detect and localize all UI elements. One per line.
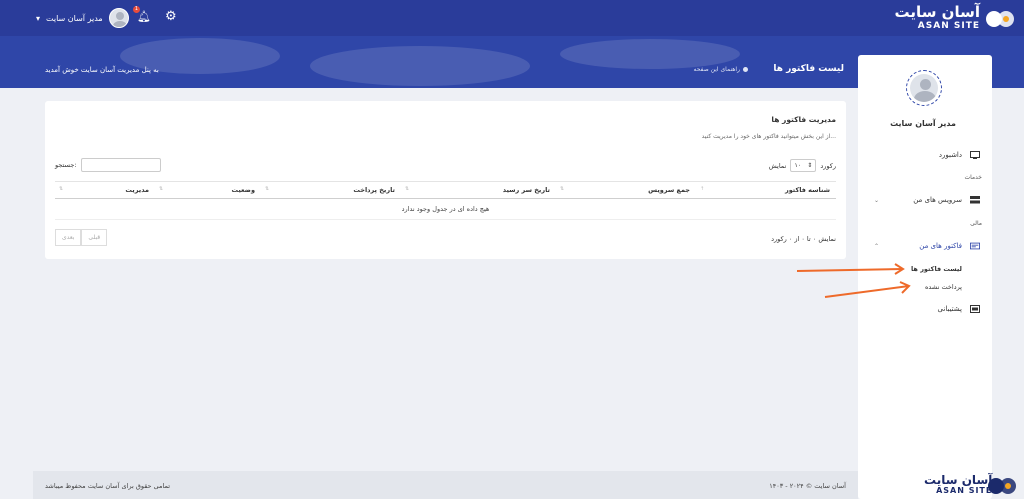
table-search: جستجو:	[55, 158, 161, 172]
invoices-table: شناسه فاکتور ↑ جمع سرویس ⇅ تاریخ سر رسید ⇅ …	[55, 181, 836, 220]
length-label: نمایش	[768, 161, 787, 170]
column-header-due-date[interactable]: تاریخ سر رسید ⇅	[401, 181, 556, 199]
sidebar-item-label: داشبورد	[938, 151, 962, 159]
card-description: از این بخش میتوانید فاکتور های خود را مد…	[701, 133, 836, 140]
sort-icon: ⇅	[405, 186, 410, 192]
column-header-total[interactable]: جمع سرویس ⇅	[556, 181, 696, 199]
gear-icon[interactable]: ⚙︎	[165, 9, 177, 24]
notification-badge: 1	[133, 6, 140, 13]
footer-brand-logo: آسان سایت ASAN SITE	[924, 474, 992, 495]
brand-name-en: ASAN SITE	[917, 21, 980, 31]
top-navbar	[0, 0, 1024, 36]
footer-brand-en: ASAN SITE	[936, 486, 993, 495]
footer: ۱۴۰۳ - ۲۰۲۴ © آسان سایت تمامی حقوق برای …	[33, 471, 858, 499]
search-label: جستجو:	[55, 161, 77, 169]
table-info: نمایش ۰ تا ۰ از ۰ رکورد	[771, 235, 836, 243]
sidebar-item-invoices[interactable]: ⌃ فاکتور های من	[870, 242, 980, 250]
footer-logo-icon	[988, 478, 1016, 494]
sidebar-item-support[interactable]: پشتیبانی	[870, 305, 980, 313]
guide-label: راهنمای این صفحه	[693, 66, 740, 73]
column-header-payment-date[interactable]: تاریخ پرداخت ⇅	[261, 181, 401, 199]
page-guide-link[interactable]: راهنمای این صفحه	[694, 66, 748, 73]
sidebar-item-label: سرویس های من	[913, 196, 962, 204]
footer-copyright: ۱۴۰۳ - ۲۰۲۴ © آسان سایت	[769, 482, 846, 490]
sort-icon: ⇅	[159, 186, 164, 192]
sidebar-subitem-unpaid[interactable]: پرداخت نشده	[925, 283, 962, 291]
card-title: مدیریت فاکتور ها	[771, 115, 836, 124]
sidebar-item-dashboard[interactable]: داشبورد	[870, 151, 980, 159]
column-label: شناسه فاکتور	[784, 186, 830, 194]
annotation-arrows	[796, 263, 911, 298]
chevron-up-icon: ⌃	[874, 242, 880, 250]
column-label: جمع سرویس	[648, 186, 690, 194]
sort-icon: ⇅	[59, 186, 64, 192]
user-name: مدیر آسان سایت	[46, 13, 103, 23]
sort-icon: ↑	[700, 186, 705, 192]
records-label: رکورد	[820, 161, 836, 170]
sidebar-item-services[interactable]: ⌄ سرویس های من	[870, 196, 980, 204]
footer-rights: تمامی حقوق برای آسان سایت محفوظ میباشد	[45, 482, 171, 490]
table-row: هیچ داده ای در جدول وجود ندارد	[55, 198, 836, 220]
page-length-control: نمایش ۱۰ ⇕ رکورد	[769, 159, 836, 172]
pagination: بعدی قبلی	[55, 229, 108, 246]
sidebar-user-name: مدیر آسان سایت	[890, 119, 956, 128]
column-header-invoice-id[interactable]: شناسه فاکتور ↑	[696, 181, 836, 199]
column-label: تاریخ سر رسید	[502, 186, 550, 194]
brand-logo-text[interactable]: آسان سایت ASAN SITE	[895, 5, 980, 31]
server-icon	[970, 196, 980, 204]
sidebar-item-label: پشتیبانی	[937, 305, 962, 313]
empty-table-message: هیچ داده ای در جدول وجود ندارد	[55, 198, 836, 220]
chevron-down-icon: ⌄	[874, 196, 880, 204]
brand-logo-icon[interactable]	[984, 7, 1016, 29]
sidebar-item-label: فاکتور های من	[919, 242, 962, 250]
footer-brand-fa: آسان سایت	[924, 473, 993, 487]
sidebar-section-finance: مالی	[970, 220, 982, 227]
column-header-manage[interactable]: مدیریت ⇅	[55, 181, 155, 199]
select-arrows-icon: ⇕	[807, 162, 813, 169]
search-input[interactable]	[80, 158, 161, 172]
support-icon	[970, 305, 980, 313]
sidebar-section-services: خدمات	[964, 174, 982, 181]
avatar	[108, 8, 129, 28]
brand-name-fa: آسان سایت	[894, 3, 980, 21]
column-header-status[interactable]: وضعیت ⇅	[155, 181, 261, 199]
page-length-select[interactable]: ۱۰ ⇕	[790, 159, 817, 172]
column-label: وضعیت	[231, 186, 255, 194]
length-value: ۱۰	[794, 162, 801, 169]
page-title: لیست فاکتور ها	[773, 64, 844, 74]
bell-icon[interactable]: 🔔︎	[137, 10, 151, 23]
monitor-icon	[970, 151, 980, 159]
invoice-icon	[970, 242, 980, 250]
invoices-card: مدیریت فاکتور ها از این بخش میتوانید فاک…	[45, 101, 846, 259]
info-icon	[743, 67, 748, 72]
user-menu[interactable]: ▾ مدیر آسان سایت	[36, 8, 129, 28]
sort-icon: ⇅	[265, 186, 270, 192]
welcome-message: به پنل مدیریت آسان سایت خوش آمدید	[45, 66, 159, 74]
next-button[interactable]: بعدی	[55, 229, 82, 246]
prev-button[interactable]: قبلی	[81, 229, 108, 246]
column-label: تاریخ پرداخت	[353, 186, 395, 194]
sort-icon: ⇅	[560, 186, 565, 192]
chevron-down-icon: ▾	[36, 13, 41, 23]
sidebar-subitem-invoice-list[interactable]: لیست فاکتور ها	[911, 265, 962, 273]
column-label: مدیریت	[125, 186, 149, 194]
avatar	[906, 70, 942, 106]
